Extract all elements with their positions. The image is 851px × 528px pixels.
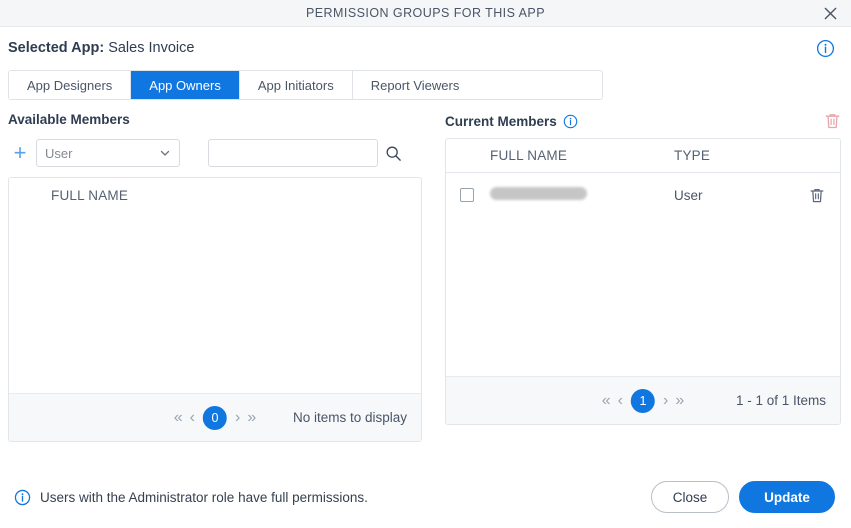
dialog-titlebar: PERMISSION GROUPS FOR THIS APP bbox=[0, 0, 851, 27]
pager-first-button[interactable]: « bbox=[172, 408, 185, 428]
close-button[interactable]: Close bbox=[651, 481, 729, 513]
search-input[interactable] bbox=[208, 139, 378, 167]
available-members-status: No items to display bbox=[292, 410, 407, 425]
pager-page-1[interactable]: 1 bbox=[631, 388, 655, 413]
current-members-title-row: Current Members bbox=[445, 112, 841, 130]
available-members-title: Available Members bbox=[8, 112, 130, 127]
delete-selected-icon[interactable] bbox=[824, 112, 841, 130]
current-members-pager-bar: « ‹ 1 › » 1 - 1 of 1 Items bbox=[446, 376, 840, 424]
table-row: User bbox=[446, 173, 840, 217]
close-icon[interactable] bbox=[818, 1, 842, 25]
info-icon bbox=[14, 489, 31, 506]
pager-last-button[interactable]: » bbox=[673, 391, 686, 411]
redacted-name bbox=[490, 187, 587, 200]
pager-page-0[interactable]: 0 bbox=[203, 405, 227, 430]
column-header-full-name: FULL NAME bbox=[490, 148, 568, 163]
selected-app-value: Sales Invoice bbox=[108, 40, 195, 56]
column-header-type: TYPE bbox=[674, 148, 711, 163]
permission-groups-dialog: PERMISSION GROUPS FOR THIS APP Selected … bbox=[0, 0, 851, 528]
current-members-pager: « ‹ 1 › » bbox=[600, 388, 686, 413]
member-type-value: User bbox=[45, 145, 73, 161]
info-icon[interactable] bbox=[563, 114, 578, 129]
selected-app-label: Selected App: bbox=[8, 40, 105, 56]
pager-next-button[interactable]: › bbox=[233, 408, 242, 428]
row-checkbox[interactable] bbox=[460, 188, 474, 202]
info-icon[interactable] bbox=[816, 39, 835, 58]
current-members-grid-header: FULL NAME TYPE bbox=[446, 139, 840, 173]
permission-group-tabs: App Designers App Owners App Initiators … bbox=[8, 70, 603, 100]
cell-full-name bbox=[488, 187, 674, 203]
tab-report-viewers[interactable]: Report Viewers bbox=[352, 71, 478, 99]
tab-app-owners[interactable]: App Owners bbox=[131, 71, 240, 99]
current-members-panel: Current Members FULL NAME TYPE User « ‹ … bbox=[445, 100, 841, 466]
tab-app-designers[interactable]: App Designers bbox=[9, 71, 132, 99]
footer-note-text: Users with the Administrator role have f… bbox=[40, 489, 368, 505]
member-type-select[interactable]: User bbox=[36, 139, 180, 167]
tab-app-initiators[interactable]: App Initiators bbox=[239, 71, 353, 99]
available-members-pager: « ‹ 0 › » bbox=[172, 405, 258, 430]
available-members-pager-bar: « ‹ 0 › » No items to display bbox=[9, 393, 421, 441]
row-delete-icon[interactable] bbox=[794, 187, 840, 204]
row-select-cell bbox=[446, 188, 488, 202]
panel-spacer bbox=[422, 100, 445, 466]
pager-prev-button[interactable]: ‹ bbox=[616, 391, 625, 411]
column-header-full-name: FULL NAME bbox=[51, 187, 129, 203]
pager-first-button[interactable]: « bbox=[600, 391, 613, 411]
dialog-footer: Users with the Administrator role have f… bbox=[0, 466, 851, 528]
footer-note-row: Users with the Administrator role have f… bbox=[14, 489, 368, 506]
available-members-search bbox=[208, 139, 402, 167]
current-members-status: 1 - 1 of 1 Items bbox=[735, 393, 826, 408]
current-members-title: Current Members bbox=[445, 113, 557, 129]
available-members-grid: FULL NAME « ‹ 0 › » No items to display bbox=[8, 177, 422, 442]
pager-prev-button[interactable]: ‹ bbox=[188, 408, 197, 428]
selected-app-row: Selected App: Sales Invoice bbox=[0, 27, 851, 63]
dialog-body: Available Members + User FULL NAME « ‹ 0… bbox=[0, 100, 851, 466]
available-members-grid-body bbox=[9, 212, 421, 393]
dialog-title: PERMISSION GROUPS FOR THIS APP bbox=[305, 6, 545, 20]
update-button[interactable]: Update bbox=[739, 481, 835, 513]
cell-type: User bbox=[674, 187, 703, 203]
pager-last-button[interactable]: » bbox=[245, 408, 258, 428]
pager-next-button[interactable]: › bbox=[661, 391, 670, 411]
plus-icon[interactable]: + bbox=[8, 142, 32, 164]
chevron-down-icon bbox=[159, 147, 171, 159]
available-members-panel: Available Members + User FULL NAME « ‹ 0… bbox=[8, 100, 422, 466]
search-icon[interactable] bbox=[384, 144, 402, 162]
current-members-grid-body: User bbox=[446, 173, 840, 376]
available-members-grid-header: FULL NAME bbox=[9, 178, 421, 212]
selected-app-text: Selected App: Sales Invoice bbox=[8, 40, 841, 56]
current-members-grid: FULL NAME TYPE User « ‹ 1 › » 1 - 1 of 1… bbox=[445, 138, 841, 425]
available-members-toolbar: + User bbox=[8, 139, 422, 167]
